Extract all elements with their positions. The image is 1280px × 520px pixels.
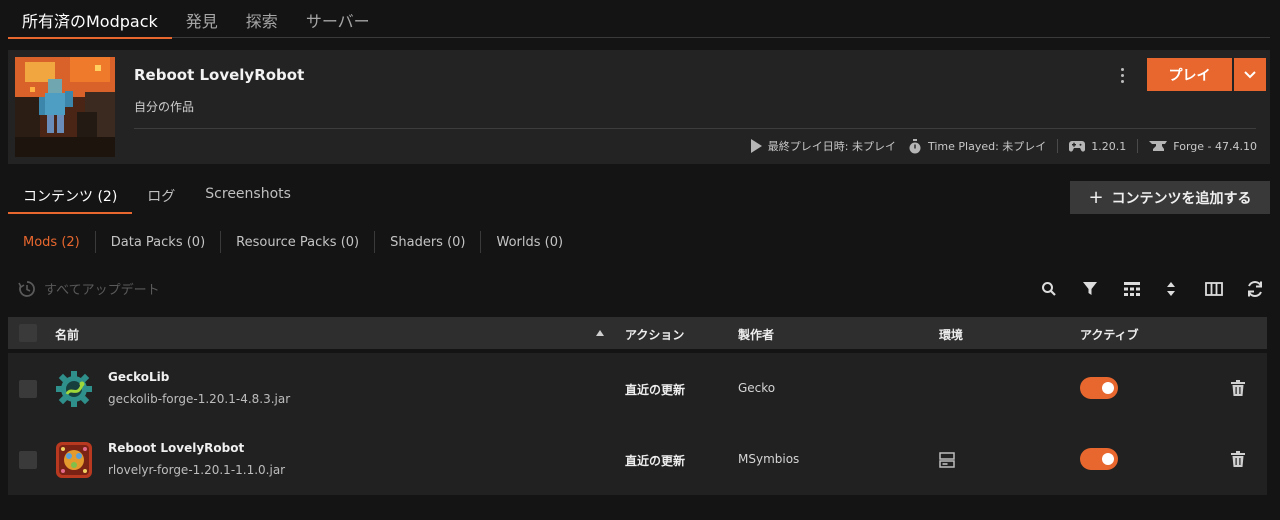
table-row[interactable]: Reboot LovelyRobot rlovelyr-forge-1.20.1… — [8, 424, 1267, 495]
tab-servers[interactable]: サーバー — [292, 0, 384, 38]
modpack-card: Reboot LovelyRobot 自分の作品 プレイ 最終プレイ日時: 未プ… — [8, 50, 1270, 164]
row-checkbox[interactable] — [19, 380, 37, 398]
update-all-button[interactable]: すべてアップデート — [18, 279, 160, 298]
reboot-lovelyrobot-icon — [55, 441, 93, 479]
play-button[interactable]: プレイ — [1147, 58, 1232, 91]
more-options-icon[interactable] — [1114, 64, 1130, 86]
sort-icon[interactable] — [1162, 280, 1203, 298]
column-active[interactable]: アクティブ — [1080, 326, 1139, 343]
add-content-label: コンテンツを追加する — [1111, 190, 1252, 207]
tab-logs[interactable]: ログ — [132, 180, 190, 214]
gamepad-icon — [1069, 141, 1086, 152]
column-author[interactable]: 製作者 — [738, 326, 774, 343]
filter-mods[interactable]: Mods (2) — [8, 235, 95, 250]
mod-filename: rlovelyr-forge-1.20.1-1.1.0.jar — [108, 463, 286, 477]
mod-action[interactable]: 直近の更新 — [625, 381, 685, 398]
table-header: 名前 アクション 製作者 環境 アクティブ — [8, 317, 1267, 349]
column-environment[interactable]: 環境 — [939, 326, 963, 343]
tab-content[interactable]: コンテンツ (2) — [8, 180, 133, 214]
chevron-down-icon — [1244, 70, 1256, 78]
server-icon — [939, 452, 955, 472]
filter-worlds[interactable]: Worlds (0) — [481, 235, 578, 250]
filter-shaders[interactable]: Shaders (0) — [375, 235, 480, 250]
trash-icon[interactable] — [1231, 380, 1245, 400]
filter-data-packs[interactable]: Data Packs (0) — [96, 235, 220, 250]
add-content-button[interactable]: + コンテンツを追加する — [1070, 181, 1270, 214]
anvil-icon — [1149, 141, 1168, 151]
play-icon — [750, 139, 762, 153]
filter-resource-packs[interactable]: Resource Packs (0) — [221, 235, 374, 250]
column-action[interactable]: アクション — [625, 326, 684, 343]
column-name[interactable]: 名前 — [55, 326, 79, 343]
modpack-title: Reboot LovelyRobot — [134, 66, 305, 84]
content-tabs: コンテンツ (2) ログ Screenshots — [8, 180, 306, 214]
geckolib-icon — [55, 370, 93, 408]
modpack-thumbnail — [15, 57, 115, 157]
mod-name: GeckoLib — [108, 370, 170, 384]
game-version: 1.20.1 — [1091, 139, 1127, 153]
table-toolbar — [1039, 280, 1280, 298]
density-icon[interactable] — [1121, 280, 1162, 298]
search-icon[interactable] — [1039, 280, 1080, 298]
stopwatch-icon — [909, 138, 921, 153]
select-all-checkbox[interactable] — [19, 324, 37, 342]
mod-name: Reboot LovelyRobot — [108, 441, 245, 455]
modpack-subtitle: 自分の作品 — [134, 100, 195, 114]
columns-icon[interactable] — [1203, 280, 1244, 298]
mod-table: GeckoLib geckolib-forge-1.20.1-4.8.3.jar… — [8, 353, 1267, 495]
mod-author[interactable]: Gecko — [738, 381, 775, 395]
top-nav: 所有済のModpack 発見 探索 サーバー — [8, 0, 1270, 39]
refresh-icon[interactable] — [1244, 280, 1280, 298]
active-toggle[interactable] — [1080, 377, 1118, 399]
filter-icon[interactable] — [1080, 280, 1121, 298]
update-all-label: すべてアップデート — [44, 283, 160, 298]
tab-explore[interactable]: 探索 — [232, 0, 292, 38]
active-toggle[interactable] — [1080, 448, 1118, 470]
row-checkbox[interactable] — [19, 451, 37, 469]
time-played: Time Played: 未プレイ — [927, 140, 1047, 153]
update-clock-icon — [18, 280, 35, 297]
plus-icon: + — [1088, 186, 1104, 208]
mod-author[interactable]: MSymbios — [738, 452, 799, 466]
tab-screenshots[interactable]: Screenshots — [190, 180, 306, 214]
sort-ascending-icon[interactable] — [596, 330, 604, 336]
mod-loader: Forge - 47.4.10 — [1173, 139, 1257, 153]
modpack-meta: 最終プレイ日時: 未プレイ Time Played: 未プレイ 1.20.1 F… — [750, 138, 1257, 154]
content-filters: Mods (2) Data Packs (0) Resource Packs (… — [8, 230, 578, 254]
play-dropdown-button[interactable] — [1234, 58, 1266, 91]
mod-filename: geckolib-forge-1.20.1-4.8.3.jar — [108, 392, 291, 406]
last-played: 最終プレイ日時: 未プレイ — [767, 140, 896, 153]
divider — [134, 128, 1256, 129]
trash-icon[interactable] — [1231, 451, 1245, 471]
table-row[interactable]: GeckoLib geckolib-forge-1.20.1-4.8.3.jar… — [8, 353, 1267, 424]
mod-action[interactable]: 直近の更新 — [625, 452, 685, 469]
tab-discover[interactable]: 発見 — [172, 0, 232, 38]
tab-installed-modpacks[interactable]: 所有済のModpack — [8, 0, 172, 39]
